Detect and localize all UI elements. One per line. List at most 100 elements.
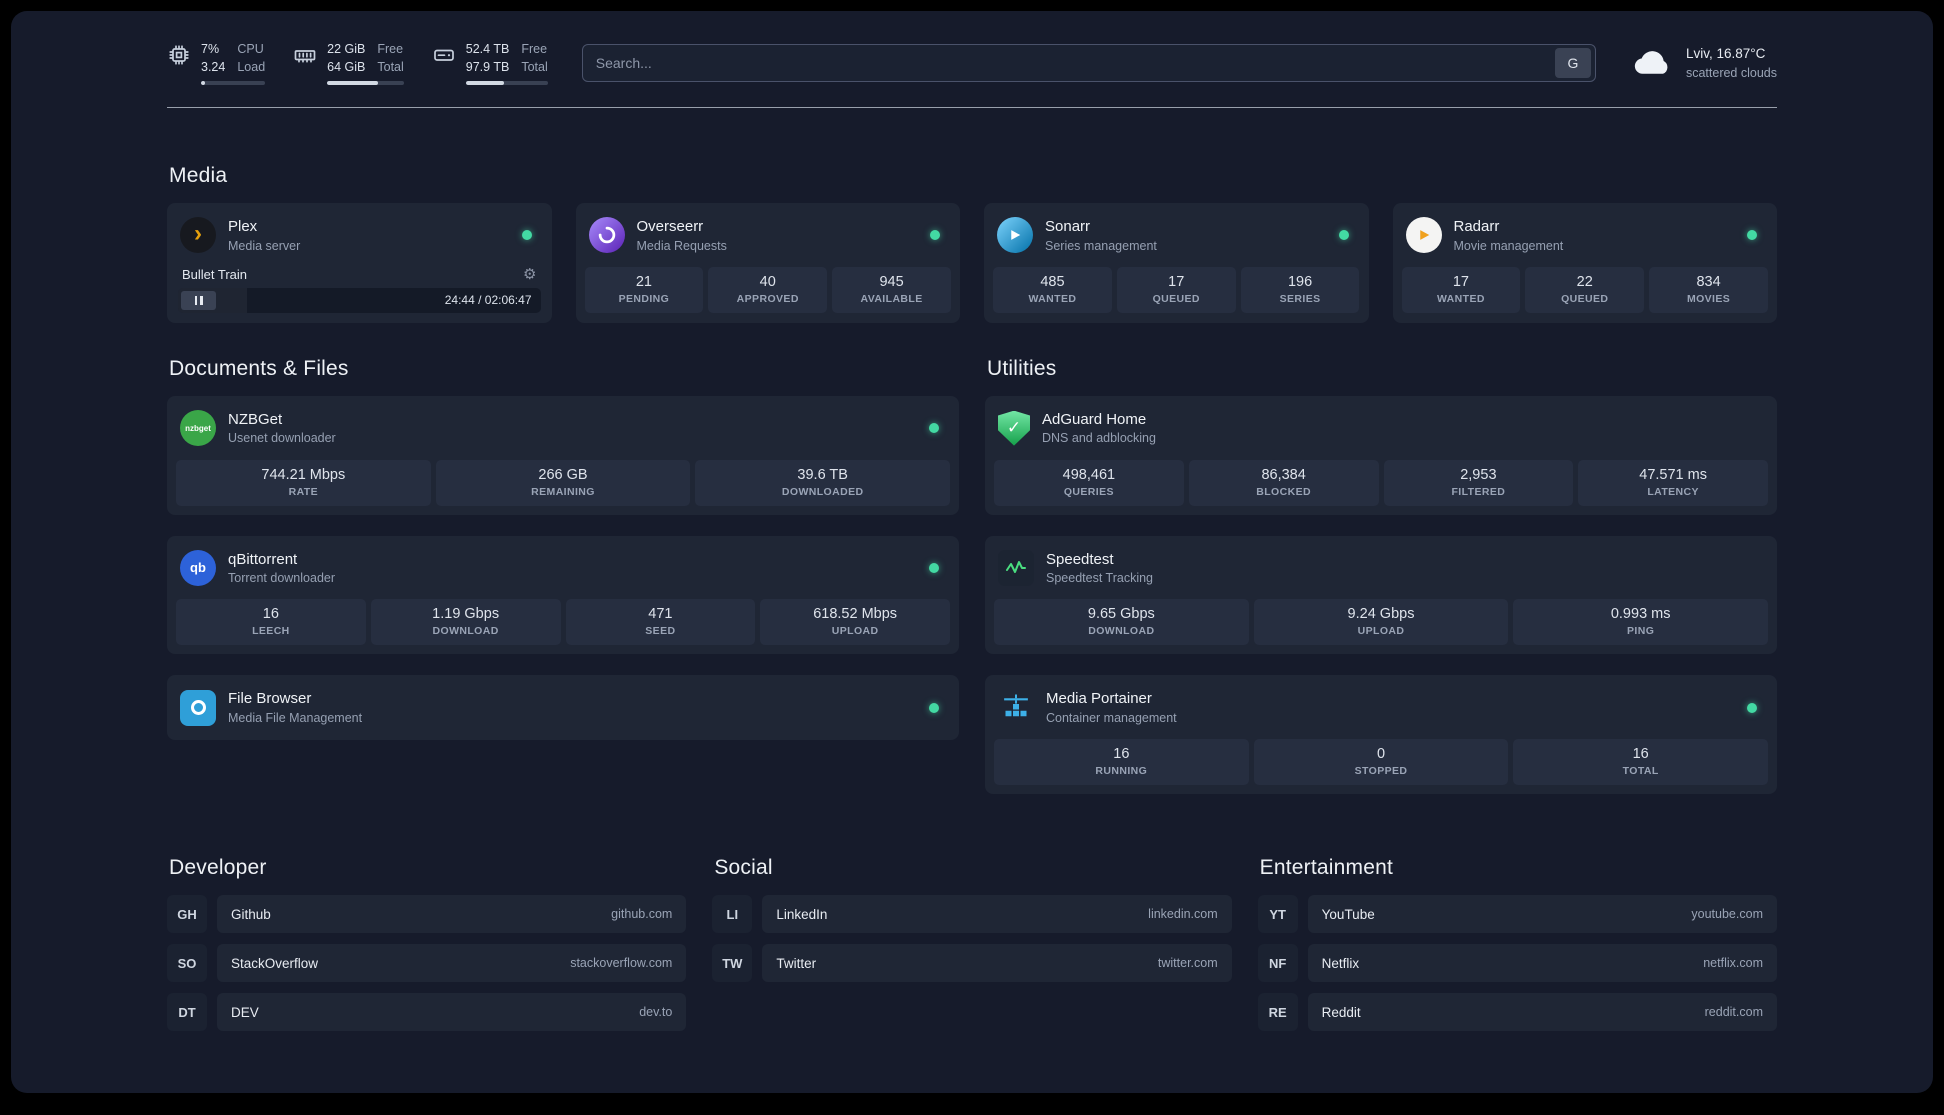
service-card-qbittorrent[interactable]: qb qBittorrent Torrent downloader 16 LEE… <box>167 535 959 655</box>
service-card-sonarr[interactable]: Sonarr Series management 485 WANTED 17 Q… <box>984 203 1369 323</box>
load-label: Load <box>237 59 266 74</box>
disk-widget: 52.4 TB 97.9 TB Free Total <box>432 41 548 85</box>
now-playing-track: Bullet Train <box>182 266 248 282</box>
bookmark-name: Netflix <box>1321 955 1360 971</box>
service-description: Container management <box>1046 710 1177 725</box>
bookmark-abbr: TW <box>712 944 753 982</box>
bookmark-reddit[interactable]: RE Reddit reddit.com <box>1257 993 1777 1031</box>
bookmark-name: Twitter <box>776 955 817 971</box>
bookmark-stackoverflow[interactable]: SO StackOverflow stackoverflow.com <box>167 944 687 982</box>
memory-icon <box>293 43 317 67</box>
stat-wanted: 17 WANTED <box>1401 266 1521 313</box>
bookmark-url: stackoverflow.com <box>570 956 673 970</box>
plex-icon: › <box>180 217 216 254</box>
service-card-adguard[interactable]: ✓ AdGuard Home DNS and adblocking 498,46… <box>985 395 1777 515</box>
bookmark-netflix[interactable]: NF Netflix netflix.com <box>1257 944 1777 982</box>
service-name: Overseerr <box>636 218 704 235</box>
bookmark-name: YouTube <box>1321 906 1375 922</box>
status-dot <box>521 230 532 241</box>
section-title-documents: Documents & Files <box>169 356 349 380</box>
search-provider-button[interactable]: G <box>1554 48 1591 78</box>
bookmark-twitter[interactable]: TW Twitter twitter.com <box>712 944 1232 982</box>
disk-progress-bar <box>465 81 548 85</box>
bookmark-name: Reddit <box>1321 1004 1361 1020</box>
bookmark-abbr: DT <box>167 993 207 1031</box>
stat-movies: 834 MOVIES <box>1649 266 1768 313</box>
bookmark-name: Github <box>231 906 271 922</box>
disk-total-value: 97.9 TB <box>465 59 510 74</box>
cpu-progress-bar <box>201 81 266 85</box>
status-dot <box>1747 702 1757 713</box>
memory-free-value: 22 GiB <box>327 42 366 56</box>
playback-bar[interactable]: 24:44 / 02:06:47 <box>178 287 541 313</box>
overseerr-icon <box>588 217 625 254</box>
bookmark-group-title: Social <box>714 856 773 879</box>
bookmark-url: netflix.com <box>1703 956 1763 970</box>
stat-queued: 17 QUEUED <box>1116 266 1236 313</box>
top-bar: 7% 3.24 CPU Load 22 GiB 64 GiB Free Tota… <box>167 11 1777 85</box>
service-name: Sonarr <box>1045 218 1091 235</box>
status-dot <box>929 702 939 713</box>
service-name: Radarr <box>1453 218 1500 235</box>
bookmark-url: twitter.com <box>1157 956 1218 970</box>
search-bar: G <box>581 44 1596 82</box>
service-card-overseerr[interactable]: Overseerr Media Requests 21 PENDING 40 A… <box>575 203 960 323</box>
cpu-label: CPU <box>237 42 264 56</box>
stat-stopped: 0 STOPPED <box>1253 739 1509 785</box>
stat-ping: 0.993 ms PING <box>1513 599 1769 646</box>
status-dot <box>1747 230 1757 241</box>
section-documents: Documents & Files nzbget NZBGet Usenet d… <box>167 357 959 794</box>
service-name: Plex <box>228 218 258 235</box>
bookmark-linkedin[interactable]: LI LinkedIn linkedin.com <box>712 895 1232 933</box>
search-input[interactable] <box>582 55 1555 71</box>
status-dot <box>1338 230 1349 241</box>
service-name: AdGuard Home <box>1042 410 1147 428</box>
weather-location-temp: Lviv, 16.87°C <box>1685 46 1766 62</box>
service-description: Media Requests <box>636 238 727 253</box>
service-description: Speedtest Tracking <box>1046 571 1154 585</box>
service-card-speedtest[interactable]: Speedtest Speedtest Tracking 9.65 Gbps D… <box>985 535 1777 655</box>
cpu-load-value: 3.24 <box>201 59 226 74</box>
service-card-portainer[interactable]: Media Portainer Container management 16 … <box>985 675 1777 794</box>
bookmark-group-developer: Developer GH Github github.com SO StackO… <box>167 856 687 1042</box>
stat-queued: 22 QUEUED <box>1525 266 1645 313</box>
stat-approved: 40 APPROVED <box>708 266 828 313</box>
bookmark-name: LinkedIn <box>776 906 828 922</box>
section-title-media: Media <box>169 164 228 187</box>
sonarr-icon <box>997 217 1033 254</box>
bookmark-youtube[interactable]: YT YouTube youtube.com <box>1257 895 1777 933</box>
section-title-utilities: Utilities <box>987 356 1057 380</box>
bookmark-abbr: YT <box>1257 895 1298 933</box>
stat-downloaded: 39.6 TB DOWNLOADED <box>695 459 951 506</box>
service-description: DNS and adblocking <box>1042 431 1156 446</box>
stat-download: 9.65 Gbps DOWNLOAD <box>994 599 1249 646</box>
service-description: Media server <box>228 238 301 253</box>
bookmark-url: github.com <box>611 907 673 921</box>
bookmark-abbr: GH <box>167 895 207 933</box>
service-card-plex[interactable]: › Plex Media server Bullet Train ⚙ 24:44… <box>167 203 552 323</box>
stat-upload: 618.52 Mbps UPLOAD <box>760 599 950 646</box>
service-description: Torrent downloader <box>228 571 336 585</box>
cloud-icon <box>1632 48 1674 78</box>
service-description: Movie management <box>1453 238 1564 253</box>
bookmark-dev[interactable]: DT DEV dev.to <box>167 993 687 1031</box>
service-name: File Browser <box>228 690 312 708</box>
service-card-filebrowser[interactable]: File Browser Media File Management <box>167 675 959 740</box>
stat-remaining: 266 GB REMAINING <box>435 459 691 506</box>
service-card-radarr[interactable]: Radarr Movie management 17 WANTED 22 QUE… <box>1392 203 1777 323</box>
stat-seed: 471 SEED <box>565 599 756 646</box>
bookmark-group-title: Entertainment <box>1259 856 1393 879</box>
adguard-icon: ✓ <box>998 410 1030 446</box>
free-label: Free <box>521 42 548 56</box>
gear-icon[interactable]: ⚙ <box>523 267 536 282</box>
total-label: Total <box>377 59 404 74</box>
bookmark-github[interactable]: GH Github github.com <box>167 895 687 933</box>
speedtest-icon <box>998 549 1034 586</box>
pause-button[interactable] <box>181 290 216 310</box>
stat-leech: 16 LEECH <box>176 599 366 646</box>
bookmark-url: linkedin.com <box>1148 907 1218 921</box>
service-card-nzbget[interactable]: nzbget NZBGet Usenet downloader 744.21 M… <box>167 395 959 515</box>
memory-progress-bar <box>327 81 404 85</box>
cpu-usage-value: 7% <box>201 42 220 56</box>
service-description: Media File Management <box>228 710 363 725</box>
